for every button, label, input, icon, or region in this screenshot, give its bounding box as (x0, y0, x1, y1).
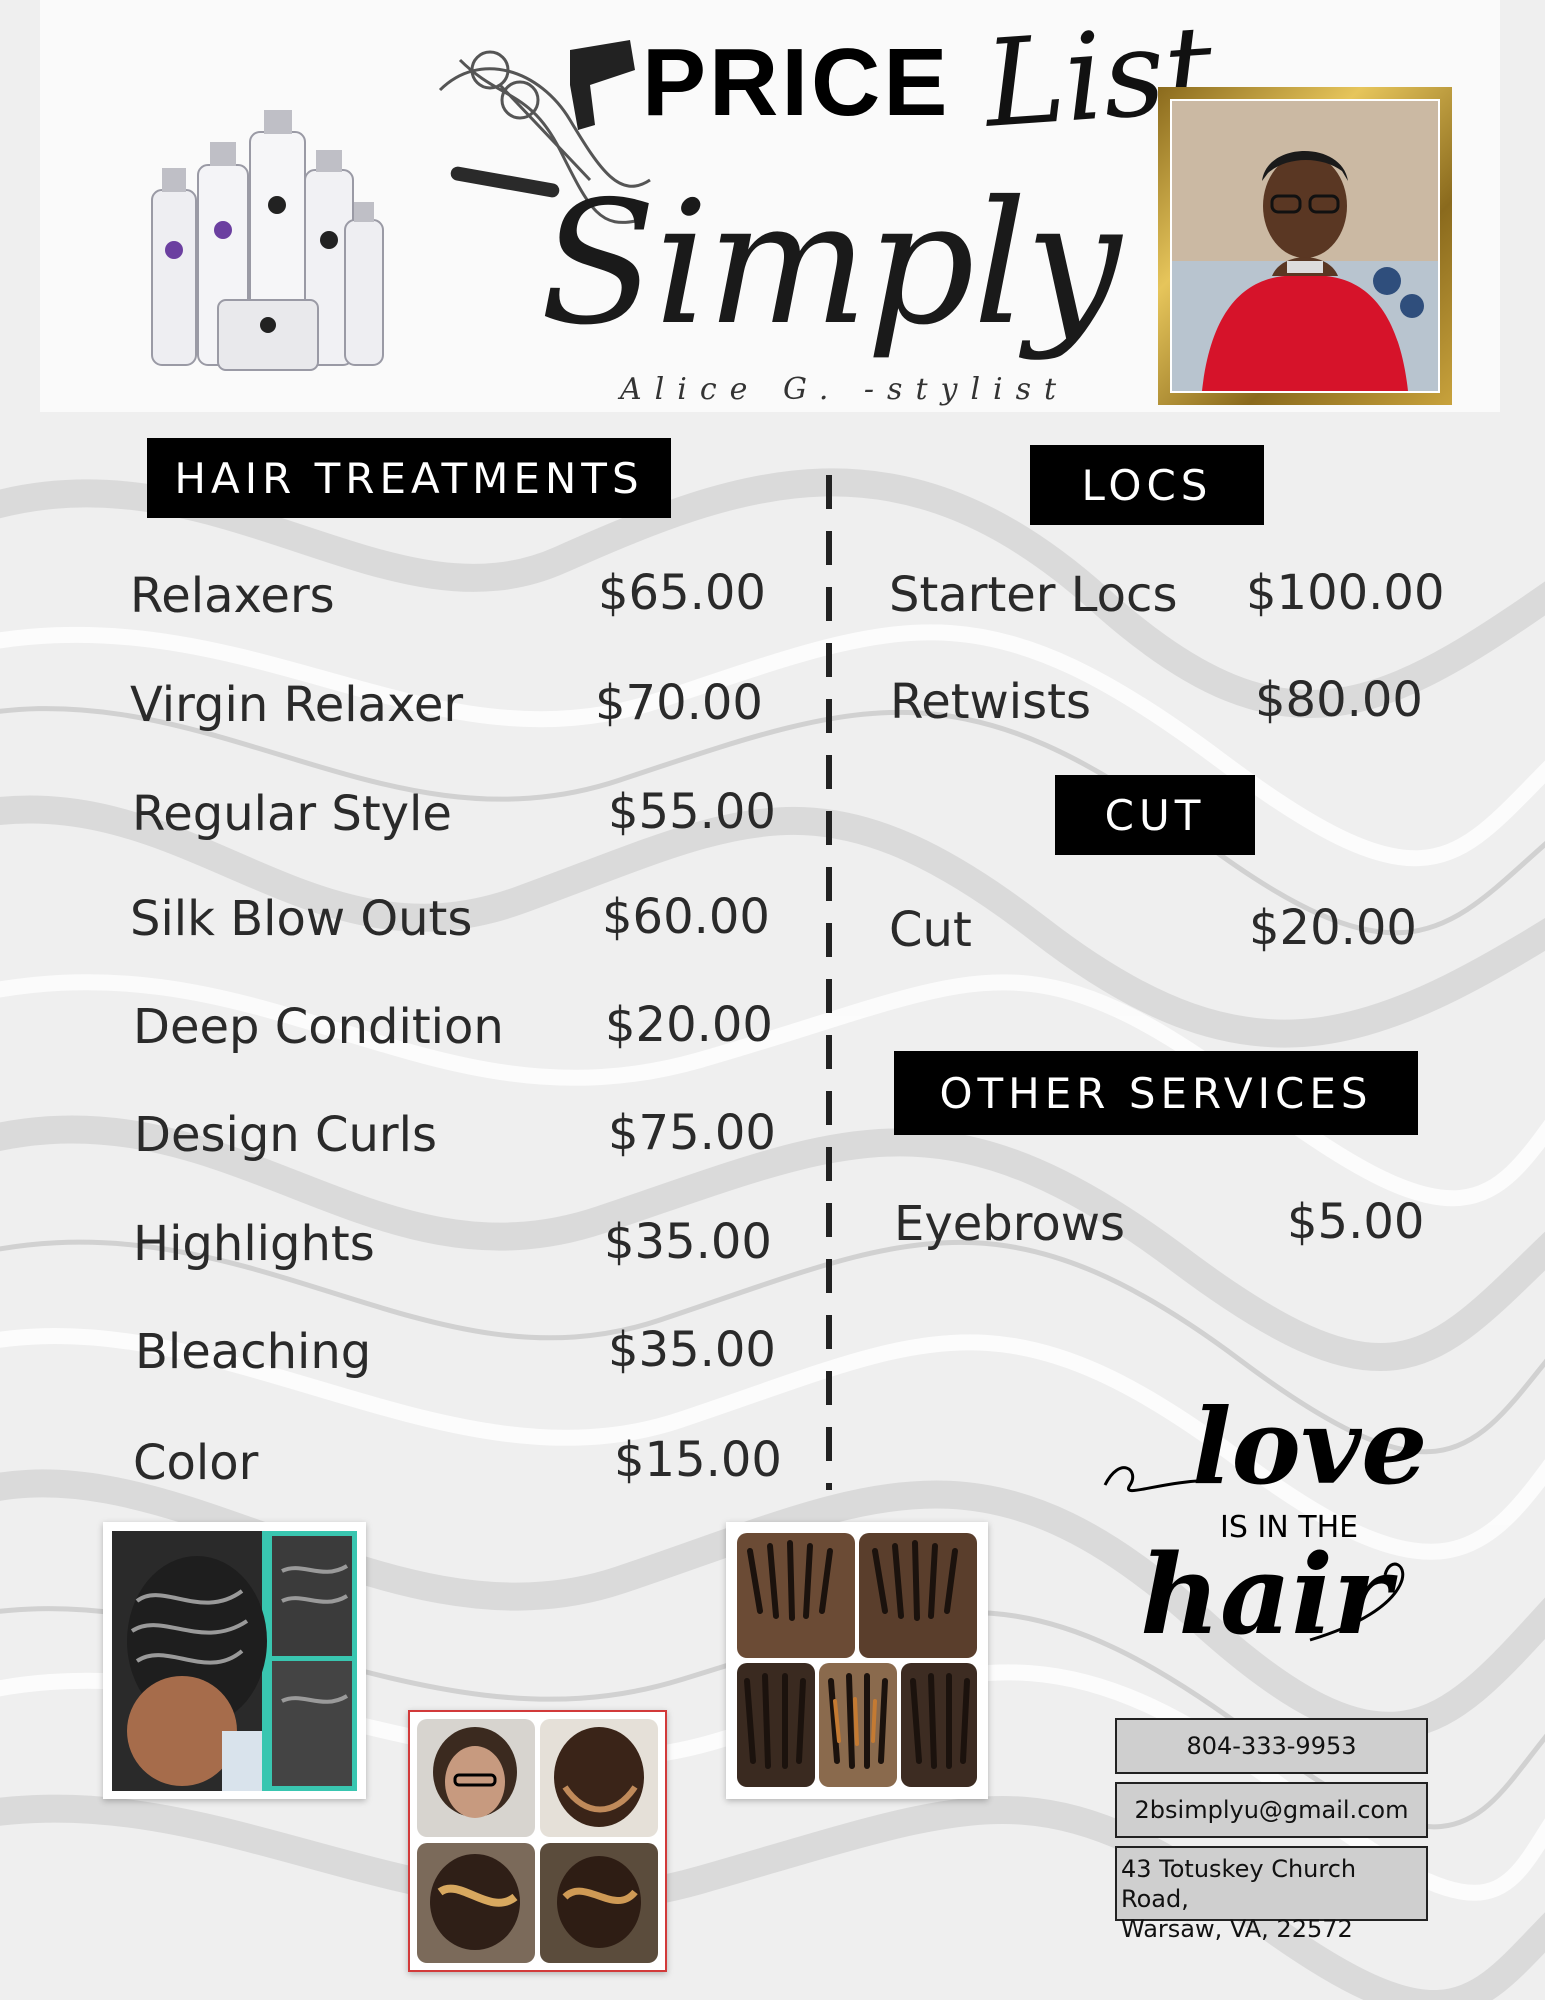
service-name-regular-style: Regular Style (132, 786, 452, 842)
service-name-virgin-relaxer: Virgin Relaxer (130, 677, 464, 733)
service-price-design-curls: $75.00 (608, 1105, 776, 1161)
column-divider (826, 475, 832, 1490)
service-name-bleaching: Bleaching (135, 1324, 372, 1380)
stylist-portrait-photo (1172, 101, 1438, 391)
service-name-deep-condition: Deep Condition (133, 999, 504, 1055)
gallery-photo-locs (726, 1522, 988, 1799)
brand-logo-subtitle: Alice G. -stylist (620, 372, 1070, 407)
service-name-cut: Cut (889, 902, 972, 958)
service-price-eyebrows: $5.00 (1287, 1194, 1425, 1250)
contact-address-line1: 43 Totuskey Church Road, (1121, 1855, 1357, 1913)
contact-email: 2bsimplyu@gmail.com (1115, 1782, 1428, 1838)
contact-phone: 804-333-9953 (1115, 1718, 1428, 1774)
service-name-retwists: Retwists (890, 674, 1091, 730)
service-price-highlights: $35.00 (604, 1214, 772, 1270)
love-is-in-the-hair-graphic: love IS IN THE hair (1100, 1385, 1430, 1665)
price-list-flyer: PRICE List Simply U Alice G. -stylist HA… (0, 0, 1545, 2000)
tagline-love: love (1192, 1385, 1428, 1508)
locs-label: LOCS (1030, 445, 1264, 525)
service-price-silk-blow-outs: $60.00 (602, 889, 770, 945)
service-name-eyebrows: Eyebrows (894, 1196, 1126, 1252)
product-bottles-image (151, 110, 384, 371)
gallery-photo-highlighted-bobs (408, 1710, 667, 1972)
other-services-label: OTHER SERVICES (894, 1051, 1418, 1135)
service-price-bleaching: $35.00 (608, 1322, 776, 1378)
service-name-relaxers: Relaxers (130, 568, 335, 624)
contact-address-line2: Warsaw, VA, 22572 (1121, 1915, 1353, 1943)
service-price-starter-locs: $100.00 (1246, 565, 1445, 621)
service-name-starter-locs: Starter Locs (889, 567, 1178, 623)
service-price-retwists: $80.00 (1255, 672, 1423, 728)
service-price-regular-style: $55.00 (608, 784, 776, 840)
service-price-relaxers: $65.00 (598, 565, 766, 621)
price-title-print: PRICE (642, 29, 951, 136)
cut-label: CUT (1055, 775, 1255, 855)
gallery-photo-finger-waves (103, 1522, 366, 1799)
service-name-highlights: Highlights (133, 1216, 375, 1272)
service-name-color: Color (133, 1435, 259, 1491)
service-price-deep-condition: $20.00 (605, 997, 773, 1053)
service-price-virgin-relaxer: $70.00 (595, 675, 763, 731)
service-name-design-curls: Design Curls (134, 1107, 437, 1163)
service-price-cut: $20.00 (1249, 900, 1417, 956)
hair-treatments-label: HAIR TREATMENTS (147, 438, 671, 518)
tagline-hair: hair (1140, 1530, 1391, 1659)
stylist-portrait-frame (1158, 87, 1452, 405)
service-price-color: $15.00 (614, 1432, 782, 1488)
service-name-silk-blow-outs: Silk Blow Outs (130, 891, 473, 947)
contact-address: 43 Totuskey Church Road, Warsaw, VA, 225… (1115, 1846, 1428, 1943)
